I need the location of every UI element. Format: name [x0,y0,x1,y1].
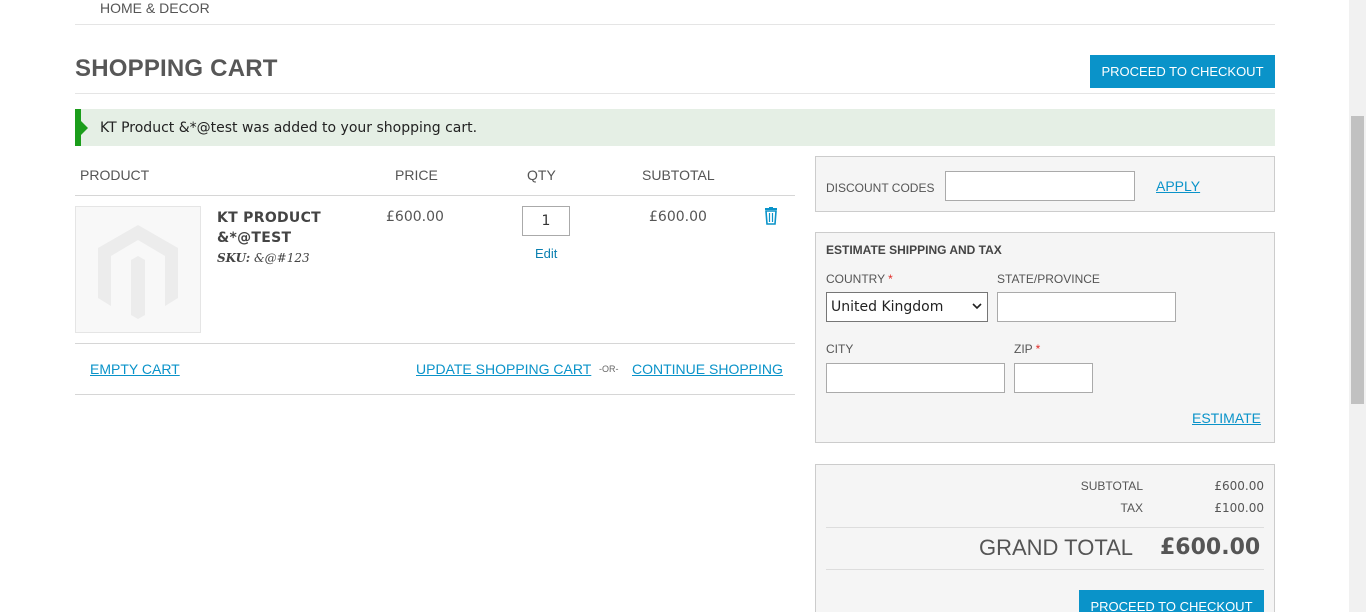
nav-item-home-decor[interactable]: HOME & DECOR [100,0,210,16]
page-scrollbar[interactable] [1349,0,1366,612]
placeholder-logo-icon [98,224,178,319]
apply-discount-link[interactable]: APPLY [1156,178,1200,194]
tax-value: £100.00 [1214,501,1264,515]
success-message: KT Product &*@test was added to your sho… [75,109,1275,146]
required-mark: * [1035,342,1041,356]
grand-total-divider [826,569,1264,570]
state-province-input[interactable] [997,292,1176,322]
totals-divider [826,527,1264,528]
estimate-link[interactable]: ESTIMATE [1192,410,1261,426]
country-label: COUNTRY * [826,272,893,286]
category-nav: HOME & DECOR [75,0,1275,25]
proceed-to-checkout-top-button[interactable]: PROCEED TO CHECKOUT [1090,55,1275,88]
required-mark: * [888,272,893,286]
country-select[interactable]: United Kingdom [826,292,988,322]
proceed-to-checkout-bottom-button[interactable]: PROCEED TO CHECKOUT [1079,590,1264,612]
shipping-title: ESTIMATE SHIPPING AND TAX [826,243,1002,257]
sku-value: &@#123 [253,251,310,265]
update-cart-link[interactable]: UPDATE SHOPPING CART [416,361,591,377]
country-selected-value: United Kingdom [831,299,944,315]
sku-label: SKU: [217,251,251,265]
product-sku: SKU: &@#123 [217,251,310,265]
actions-divider [75,394,795,395]
page-title: SHOPPING CART [75,55,278,82]
title-divider [75,93,1275,94]
item-subtotal: £600.00 [649,209,707,225]
continue-shopping-link[interactable]: CONTINUE SHOPPING [632,361,783,377]
zip-label: ZIP * [1014,342,1040,356]
scrollbar-thumb[interactable] [1351,116,1364,404]
column-header-product: PRODUCT [80,167,150,183]
edit-item-link[interactable]: Edit [535,246,557,261]
discount-panel: DISCOUNT CODES APPLY [815,156,1275,212]
discount-label: DISCOUNT CODES [826,181,935,195]
column-header-subtotal: SUBTOTAL [642,167,715,183]
city-input[interactable] [826,363,1005,393]
zip-input[interactable] [1014,363,1093,393]
message-arrow-icon [81,121,88,135]
column-header-qty: QTY [527,167,556,183]
message-text: KT Product &*@test was added to your sho… [100,119,478,136]
empty-cart-link[interactable]: EMPTY CART [90,361,180,377]
shipping-panel: ESTIMATE SHIPPING AND TAX COUNTRY * Unite… [815,232,1275,443]
header-divider [75,195,795,196]
product-name-link[interactable]: KT PRODUCT &*@TEST [217,208,357,248]
grand-total-value: £600.00 [1160,535,1261,560]
country-label-text: COUNTRY [826,272,886,286]
product-thumbnail[interactable] [75,206,201,333]
grand-total-label: GRAND TOTAL [979,535,1134,560]
subtotal-value: £600.00 [1214,479,1264,493]
discount-code-input[interactable] [945,171,1135,201]
qty-input[interactable] [522,206,570,236]
item-price: £600.00 [386,209,444,225]
tax-label: TAX [1120,501,1143,515]
chevron-down-icon [972,303,982,310]
column-header-price: PRICE [395,167,438,183]
city-label: CITY [826,342,854,356]
or-separator: -OR- [599,364,619,374]
state-label: STATE/PROVINCE [997,272,1100,286]
zip-label-text: ZIP [1014,342,1033,356]
item-divider [75,343,795,344]
subtotal-label: SUBTOTAL [1080,479,1143,493]
trash-icon[interactable] [763,207,779,225]
